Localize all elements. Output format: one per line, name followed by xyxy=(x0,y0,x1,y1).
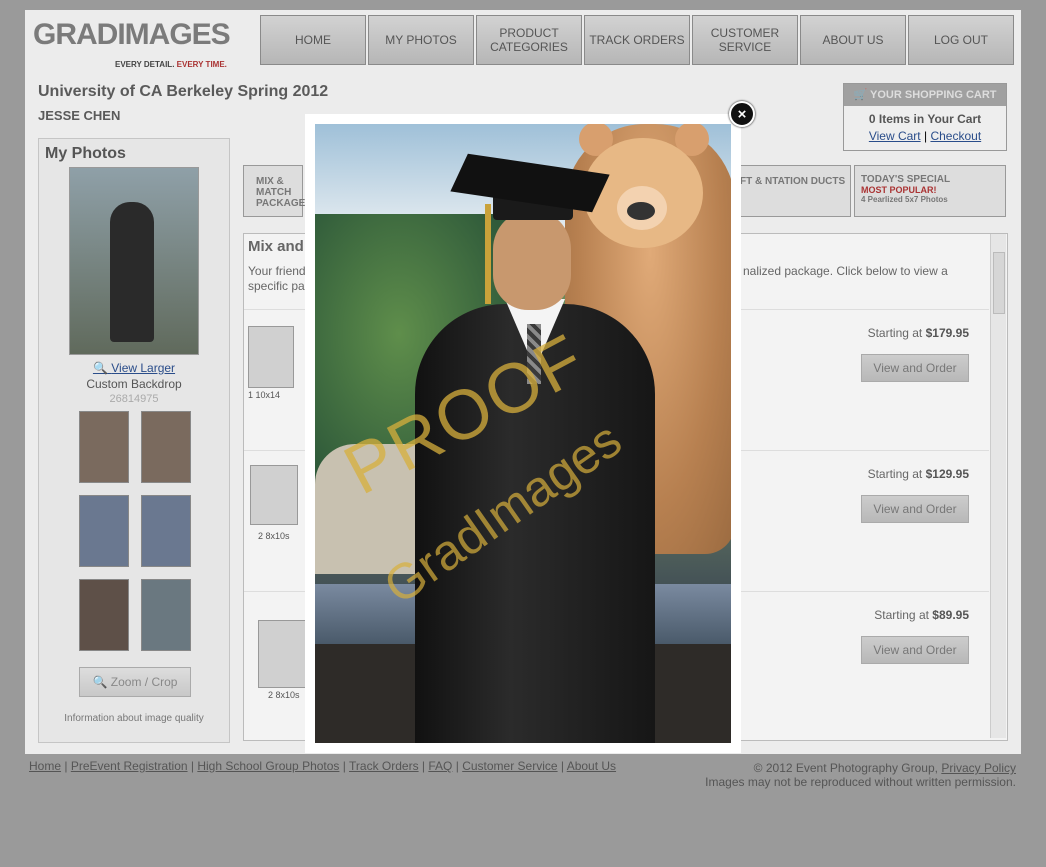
package-price: Starting at $89.95 xyxy=(874,608,969,622)
magnifier-icon: 🔍 xyxy=(92,675,108,689)
cart-header: 🛒 YOUR SHOPPING CART xyxy=(844,84,1006,106)
view-and-order-button[interactable]: View and Order xyxy=(861,636,969,664)
tagline-a: EVERY DETAIL. xyxy=(115,60,175,69)
photo-thumb-3[interactable] xyxy=(79,495,129,567)
package-label: 2 8x10s xyxy=(268,690,300,700)
photo-thumb-4[interactable] xyxy=(141,495,191,567)
enlarged-photo: PROOF GradImages xyxy=(315,124,731,743)
cart-separator: | xyxy=(923,129,928,143)
special-desc: 4 Pearlized 5x7 Photos xyxy=(861,195,948,204)
nav-log-out[interactable]: LOG OUT xyxy=(908,15,1014,65)
packages-description: Your friend nalized package. Click below … xyxy=(248,264,948,294)
cart-items-count: 0 Items in Your Cart xyxy=(868,112,982,126)
photo-thumb-1[interactable] xyxy=(79,411,129,483)
footer-link-home[interactable]: Home xyxy=(29,759,61,773)
copyright-notice: Images may not be reproduced without wri… xyxy=(705,775,1016,789)
logo-word-images: IMAGES xyxy=(117,18,230,51)
footer-link-faq[interactable]: FAQ xyxy=(428,759,452,773)
cap-tassel xyxy=(485,204,491,304)
privacy-policy-link[interactable]: Privacy Policy xyxy=(941,761,1016,775)
checkout-link[interactable]: Checkout xyxy=(930,129,981,143)
package-frame-image xyxy=(248,326,294,388)
photo-thumb-2[interactable] xyxy=(141,411,191,483)
desc-left2: specific pa xyxy=(248,279,305,293)
footer-link-about-us[interactable]: About Us xyxy=(567,759,616,773)
graduate-figure xyxy=(110,202,154,342)
main-nav: HOME MY PHOTOS PRODUCT CATEGORIES TRACK … xyxy=(260,15,1016,67)
footer-link-track-orders[interactable]: Track Orders xyxy=(349,759,419,773)
my-photos-sidebar: My Photos 🔍 View Larger Custom Backdrop … xyxy=(38,138,230,743)
photo-id: 26814975 xyxy=(109,393,159,405)
sidebar-title: My Photos xyxy=(45,145,126,162)
cart-icon: 🛒 xyxy=(853,89,868,101)
copyright-text: © 2012 Event Photography Group, xyxy=(753,761,938,775)
price-value: $89.95 xyxy=(932,608,969,622)
desc-left: Your friend xyxy=(248,264,306,278)
price-prefix: Starting at xyxy=(867,326,923,340)
package-label: 2 8x10s xyxy=(258,531,290,541)
price-value: $129.95 xyxy=(925,467,969,481)
nav-my-photos[interactable]: MY PHOTOS xyxy=(368,15,474,65)
magnifier-icon: 🔍 xyxy=(92,361,108,375)
view-and-order-button[interactable]: View and Order xyxy=(861,354,969,382)
view-larger-link[interactable]: 🔍 View Larger xyxy=(39,361,229,375)
special-sub: MOST POPULAR! xyxy=(861,185,937,195)
footer-links: Home | PreEvent Registration | High Scho… xyxy=(29,759,617,773)
gift-presentation-banner[interactable]: FT & NTATION DUCTS xyxy=(725,165,851,217)
price-value: $179.95 xyxy=(925,326,969,340)
event-title: University of CA Berkeley Spring 2012 xyxy=(38,83,329,100)
logo-word-grad: GRAD xyxy=(33,18,118,51)
main-photo-thumbnail[interactable] xyxy=(69,167,199,355)
shopping-cart-box: 🛒 YOUR SHOPPING CART 0 Items in Your Car… xyxy=(843,83,1007,151)
nav-product-categories[interactable]: PRODUCT CATEGORIES xyxy=(476,15,582,65)
bear-nose xyxy=(627,202,655,220)
package-price: Starting at $129.95 xyxy=(868,467,969,481)
package-label: 1 10x14 xyxy=(248,390,281,400)
view-larger-label: View Larger xyxy=(111,361,176,375)
nav-track-orders[interactable]: TRACK ORDERS xyxy=(584,15,690,65)
view-and-order-button[interactable]: View and Order xyxy=(861,495,969,523)
logo-tagline: EVERY DETAIL. EVERY TIME. xyxy=(115,60,227,69)
footer-copyright: © 2012 Event Photography Group, Privacy … xyxy=(705,761,1016,789)
package-frame-image xyxy=(258,620,306,688)
price-prefix: Starting at xyxy=(874,608,929,622)
price-prefix: Starting at xyxy=(867,467,923,481)
zoom-crop-label: Zoom / Crop xyxy=(110,675,178,689)
mix-match-banner[interactable]: MIX & MATCH PACKAGES xyxy=(243,165,312,217)
nav-home[interactable]: HOME xyxy=(260,15,366,65)
close-icon[interactable]: × xyxy=(729,101,755,127)
todays-special-banner[interactable]: TODAY'S SPECIAL MOST POPULAR! 4 Pearlize… xyxy=(854,165,1006,217)
package-frame-image xyxy=(250,465,298,525)
photo-thumb-5[interactable] xyxy=(79,579,129,651)
zoom-crop-button[interactable]: 🔍 Zoom / Crop xyxy=(79,667,191,697)
cart-header-label: YOUR SHOPPING CART xyxy=(870,89,997,101)
backdrop-label: Custom Backdrop xyxy=(86,377,182,391)
package-price: Starting at $179.95 xyxy=(868,326,969,340)
image-quality-info[interactable]: Information about image quality xyxy=(39,713,229,724)
footer-link-high-school[interactable]: High School Group Photos xyxy=(197,759,339,773)
graduate-face xyxy=(493,210,571,310)
photo-lightbox: PROOF GradImages xyxy=(305,114,741,753)
photo-thumb-6[interactable] xyxy=(141,579,191,651)
student-name: JESSE CHEN xyxy=(38,108,121,123)
footer-link-customer-service[interactable]: Customer Service xyxy=(462,759,557,773)
view-cart-link[interactable]: View Cart xyxy=(869,129,921,143)
desc-right: nalized package. Click below to view a xyxy=(743,264,948,278)
nav-customer-service[interactable]: CUSTOMER SERVICE xyxy=(692,15,798,65)
footer-link-preevent[interactable]: PreEvent Registration xyxy=(71,759,188,773)
nav-about-us[interactable]: ABOUT US xyxy=(800,15,906,65)
gradimages-logo[interactable]: GRADIMAGES EVERY DETAIL. EVERY TIME. xyxy=(33,18,248,69)
packages-scrollbar[interactable] xyxy=(990,234,1006,738)
scrollbar-thumb[interactable] xyxy=(993,252,1005,314)
tagline-b: EVERY TIME. xyxy=(176,60,227,69)
special-title: TODAY'S SPECIAL xyxy=(861,174,951,185)
